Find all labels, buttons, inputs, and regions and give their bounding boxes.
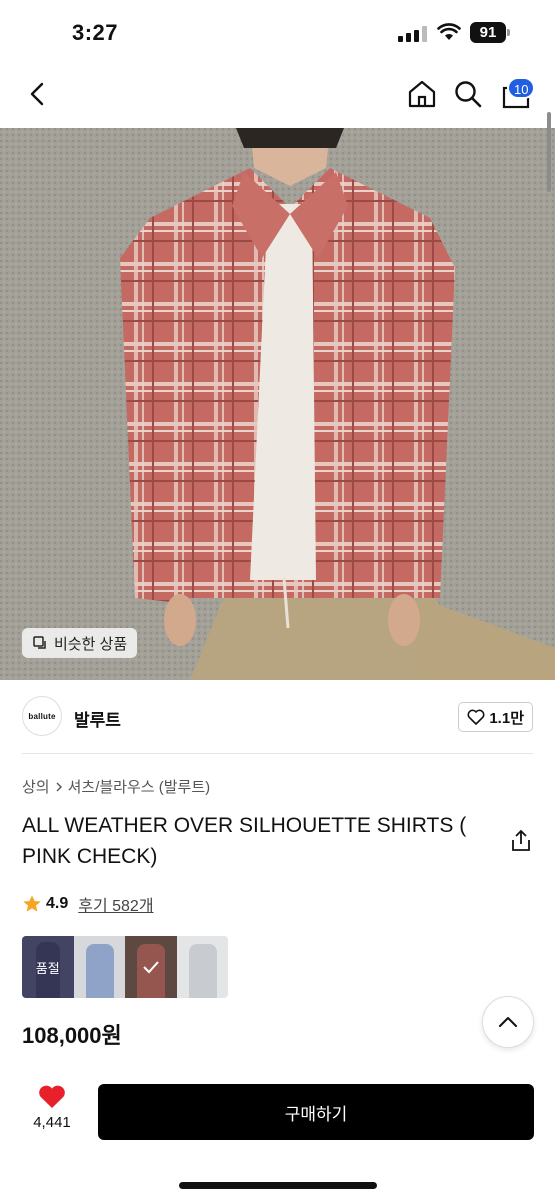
reviews-link[interactable]: 후기 582개 <box>78 892 153 916</box>
rating-score: 4.9 <box>46 895 69 912</box>
similar-products-label: 비슷한 상품 <box>54 635 128 653</box>
status-bar: 3:27 91 <box>0 0 555 62</box>
brand-like-count: 1.1만 <box>489 709 524 727</box>
brand-row: ballute 발루트 1.1만 <box>22 680 533 754</box>
product-price: 108,000원 <box>22 1023 122 1048</box>
home-icon[interactable] <box>406 78 438 110</box>
check-icon <box>143 961 159 974</box>
breadcrumb-subcategory[interactable]: 셔츠/블라우스 (발루트) <box>68 776 211 797</box>
color-option-blue-check[interactable] <box>73 936 125 998</box>
color-option-navy[interactable]: 품절 <box>22 936 74 998</box>
heart-outline-icon <box>467 709 485 725</box>
scrollbar[interactable] <box>547 112 551 192</box>
color-option-pink-check[interactable] <box>125 936 177 998</box>
similar-products-button[interactable]: 비슷한 상품 <box>22 628 138 658</box>
wifi-icon <box>437 23 461 40</box>
wishlist-count: 4,441 <box>33 1114 71 1131</box>
bottom-action-bar: 4,441 구매하기 <box>0 1066 555 1200</box>
brand-like-button[interactable]: 1.1만 <box>458 702 533 732</box>
cart-count-badge: 10 <box>507 77 536 99</box>
rating-row: 4.9 후기 582개 <box>22 892 154 916</box>
brand-logo-text: ballute <box>28 711 56 721</box>
star-icon <box>23 895 41 912</box>
buy-button[interactable]: 구매하기 <box>98 1084 534 1140</box>
heart-filled-icon <box>39 1085 65 1108</box>
scroll-to-top-button[interactable] <box>482 996 534 1048</box>
brand-logo[interactable]: ballute <box>22 696 62 736</box>
signal-icon <box>398 26 428 42</box>
product-image[interactable] <box>0 128 555 680</box>
color-options: 품절 <box>22 936 228 998</box>
home-indicator <box>179 1182 377 1189</box>
chevron-up-icon <box>499 1017 517 1027</box>
share-icon[interactable] <box>508 828 534 854</box>
chevron-right-icon <box>56 782 62 791</box>
color-option-grey[interactable] <box>176 936 228 998</box>
model-photo <box>0 128 555 680</box>
breadcrumb: 상의 셔츠/블라우스 (발루트) <box>22 776 210 797</box>
sold-out-label: 품절 <box>22 936 74 998</box>
status-time: 3:27 <box>72 20 119 45</box>
product-title: ALL WEATHER OVER SILHOUETTE SHIRTS ( PIN… <box>22 814 467 868</box>
battery-level: 91 <box>470 22 506 43</box>
copy-icon <box>33 636 46 649</box>
brand-name[interactable]: 발루트 <box>74 706 121 731</box>
battery-icon: 91 <box>470 22 510 43</box>
search-icon[interactable] <box>452 78 484 110</box>
back-icon[interactable] <box>22 78 54 110</box>
wishlist-button[interactable]: 4,441 <box>22 1084 82 1131</box>
app-header <box>0 62 555 128</box>
breadcrumb-category[interactable]: 상의 <box>22 776 50 797</box>
selected-check <box>125 936 177 998</box>
